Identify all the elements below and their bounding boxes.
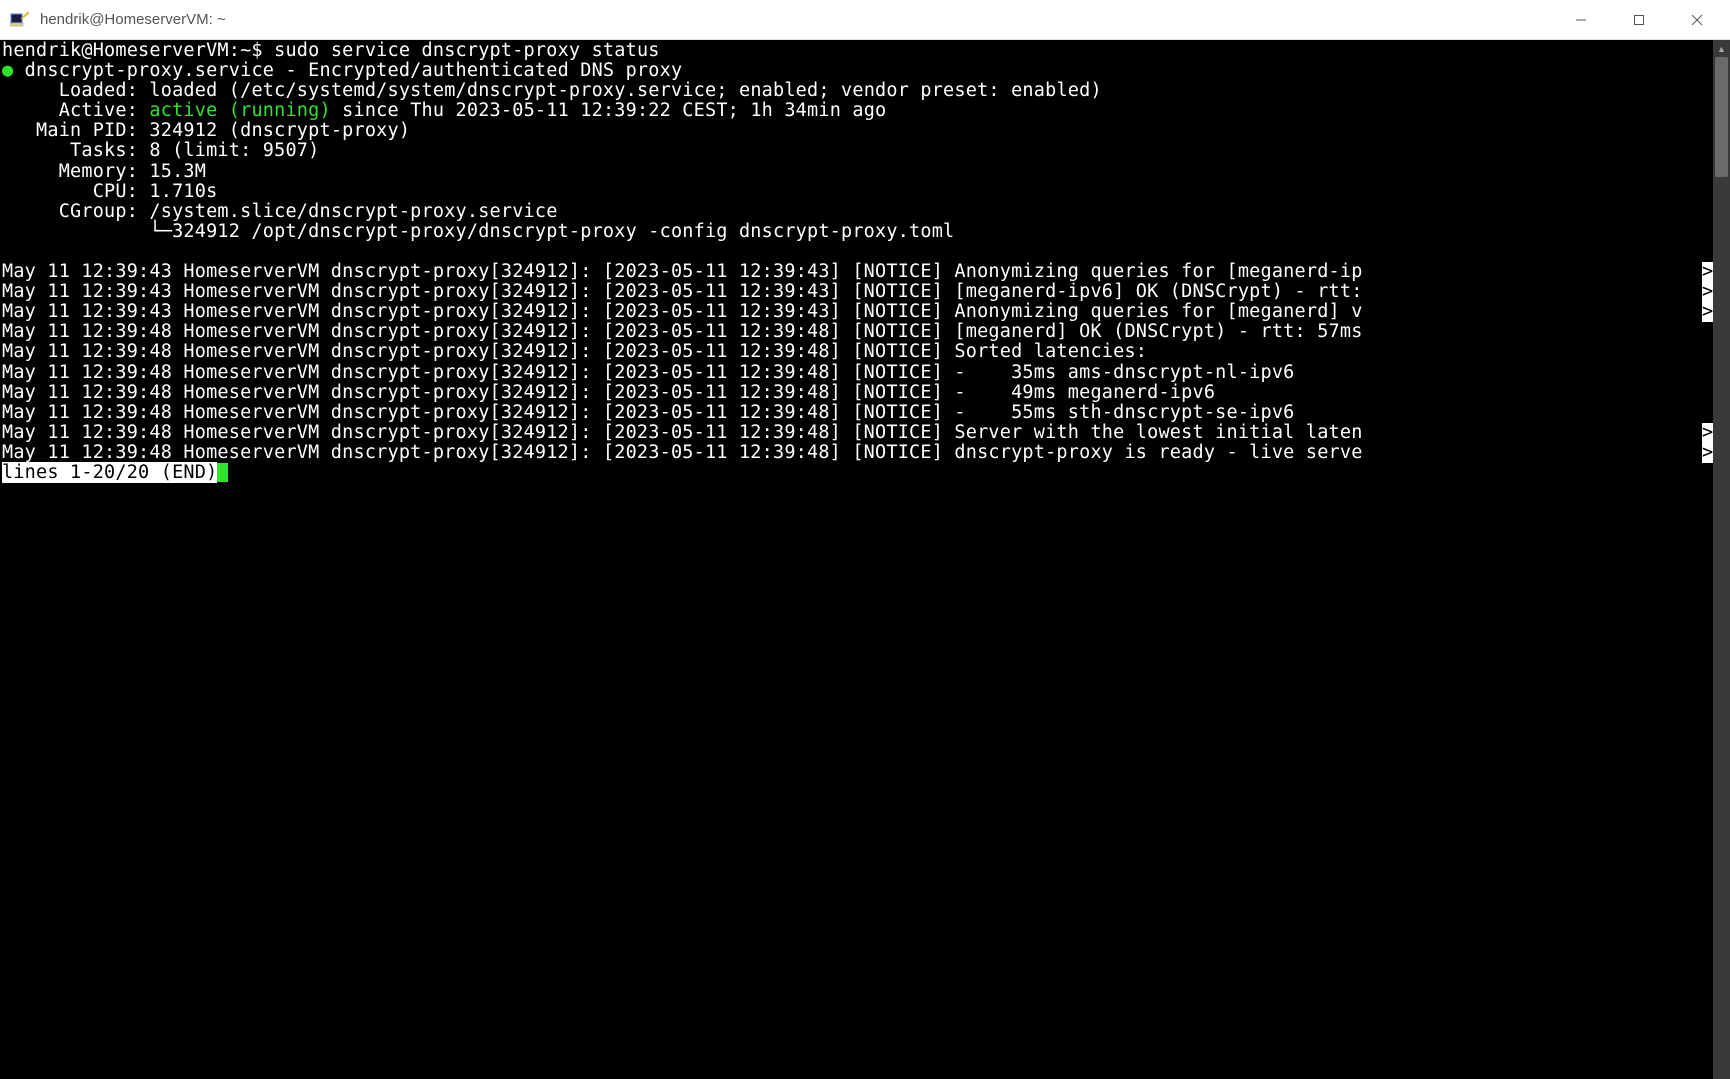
pager-status: lines 1-20/20 (END) [2,462,217,483]
window-controls [1552,1,1726,39]
titlebar[interactable]: hendrik@HomeserverVM: ~ [0,0,1730,40]
log-text: May 11 12:39:48 HomeserverVM dnscrypt-pr… [2,322,1363,342]
cgroup-label: CGroup: [2,201,149,222]
cpu-label: CPU: [2,181,149,202]
journal-log-block: May 11 12:39:43 HomeserverVM dnscrypt-pr… [2,262,1713,463]
log-text: May 11 12:39:48 HomeserverVM dnscrypt-pr… [2,363,1295,383]
log-line: May 11 12:39:43 HomeserverVM dnscrypt-pr… [2,302,1713,322]
service-header: dnscrypt-proxy.service - Encrypted/authe… [13,60,682,81]
log-line: May 11 12:39:48 HomeserverVM dnscrypt-pr… [2,423,1713,443]
line-truncated-icon: > [1702,423,1713,443]
scrollbar-thumb[interactable] [1715,57,1728,177]
log-text: May 11 12:39:48 HomeserverVM dnscrypt-pr… [2,383,1215,403]
log-text: May 11 12:39:43 HomeserverVM dnscrypt-pr… [2,282,1363,302]
loaded-value: loaded (/etc/systemd/system/dnscrypt-pro… [149,80,1101,101]
line-truncated-icon: > [1702,262,1713,282]
log-text: May 11 12:39:43 HomeserverVM dnscrypt-pr… [2,262,1363,282]
log-line: May 11 12:39:48 HomeserverVM dnscrypt-pr… [2,363,1713,383]
log-text: May 11 12:39:48 HomeserverVM dnscrypt-pr… [2,342,1147,362]
memory-value: 15.3M [149,161,206,182]
window-title: hendrik@HomeserverVM: ~ [40,11,1552,28]
terminal-area: hendrik@HomeserverVM:~$ sudo service dns… [0,40,1730,1079]
terminal[interactable]: hendrik@HomeserverVM:~$ sudo service dns… [0,40,1713,1079]
log-line: May 11 12:39:48 HomeserverVM dnscrypt-pr… [2,383,1713,403]
close-button[interactable] [1668,1,1726,39]
log-line: May 11 12:39:48 HomeserverVM dnscrypt-pr… [2,403,1713,423]
active-since: since Thu 2023-05-11 12:39:22 CEST; 1h 3… [331,100,887,121]
active-state: active (running) [149,100,330,121]
log-text: May 11 12:39:48 HomeserverVM dnscrypt-pr… [2,443,1363,463]
terminal-cursor [217,463,228,482]
tasks-value: 8 (limit: 9507) [149,140,319,161]
cpu-value: 1.710s [149,181,217,202]
putty-icon [10,10,30,30]
log-text: May 11 12:39:48 HomeserverVM dnscrypt-pr… [2,403,1295,423]
cgroup-process: └─324912 /opt/dnscrypt-proxy/dnscrypt-pr… [2,221,954,242]
log-line: May 11 12:39:43 HomeserverVM dnscrypt-pr… [2,282,1713,302]
tasks-label: Tasks: [2,140,149,161]
status-dot-icon: ● [2,60,13,81]
line-truncated-icon: > [1702,282,1713,302]
command-text: sudo service dnscrypt-proxy status [274,40,660,61]
minimize-button[interactable] [1552,1,1610,39]
cgroup-value: /system.slice/dnscrypt-proxy.service [149,201,557,222]
line-truncated-icon: > [1702,302,1713,322]
log-line: May 11 12:39:48 HomeserverVM dnscrypt-pr… [2,443,1713,463]
active-label: Active: [2,100,149,121]
log-text: May 11 12:39:43 HomeserverVM dnscrypt-pr… [2,302,1363,322]
scrollbar[interactable]: ▲ [1713,40,1730,1079]
mainpid-label: Main PID: [2,120,149,141]
maximize-button[interactable] [1610,1,1668,39]
scroll-up-icon[interactable]: ▲ [1713,40,1730,57]
mainpid-value: 324912 (dnscrypt-proxy) [149,120,410,141]
log-line: May 11 12:39:43 HomeserverVM dnscrypt-pr… [2,262,1713,282]
log-line: May 11 12:39:48 HomeserverVM dnscrypt-pr… [2,322,1713,342]
loaded-label: Loaded: [2,80,149,101]
line-truncated-icon: > [1702,443,1713,463]
memory-label: Memory: [2,161,149,182]
log-text: May 11 12:39:48 HomeserverVM dnscrypt-pr… [2,423,1363,443]
shell-prompt: hendrik@HomeserverVM:~$ [2,40,274,61]
application-window: hendrik@HomeserverVM: ~ hendrik@Homeserv… [0,0,1730,1079]
log-line: May 11 12:39:48 HomeserverVM dnscrypt-pr… [2,342,1713,362]
